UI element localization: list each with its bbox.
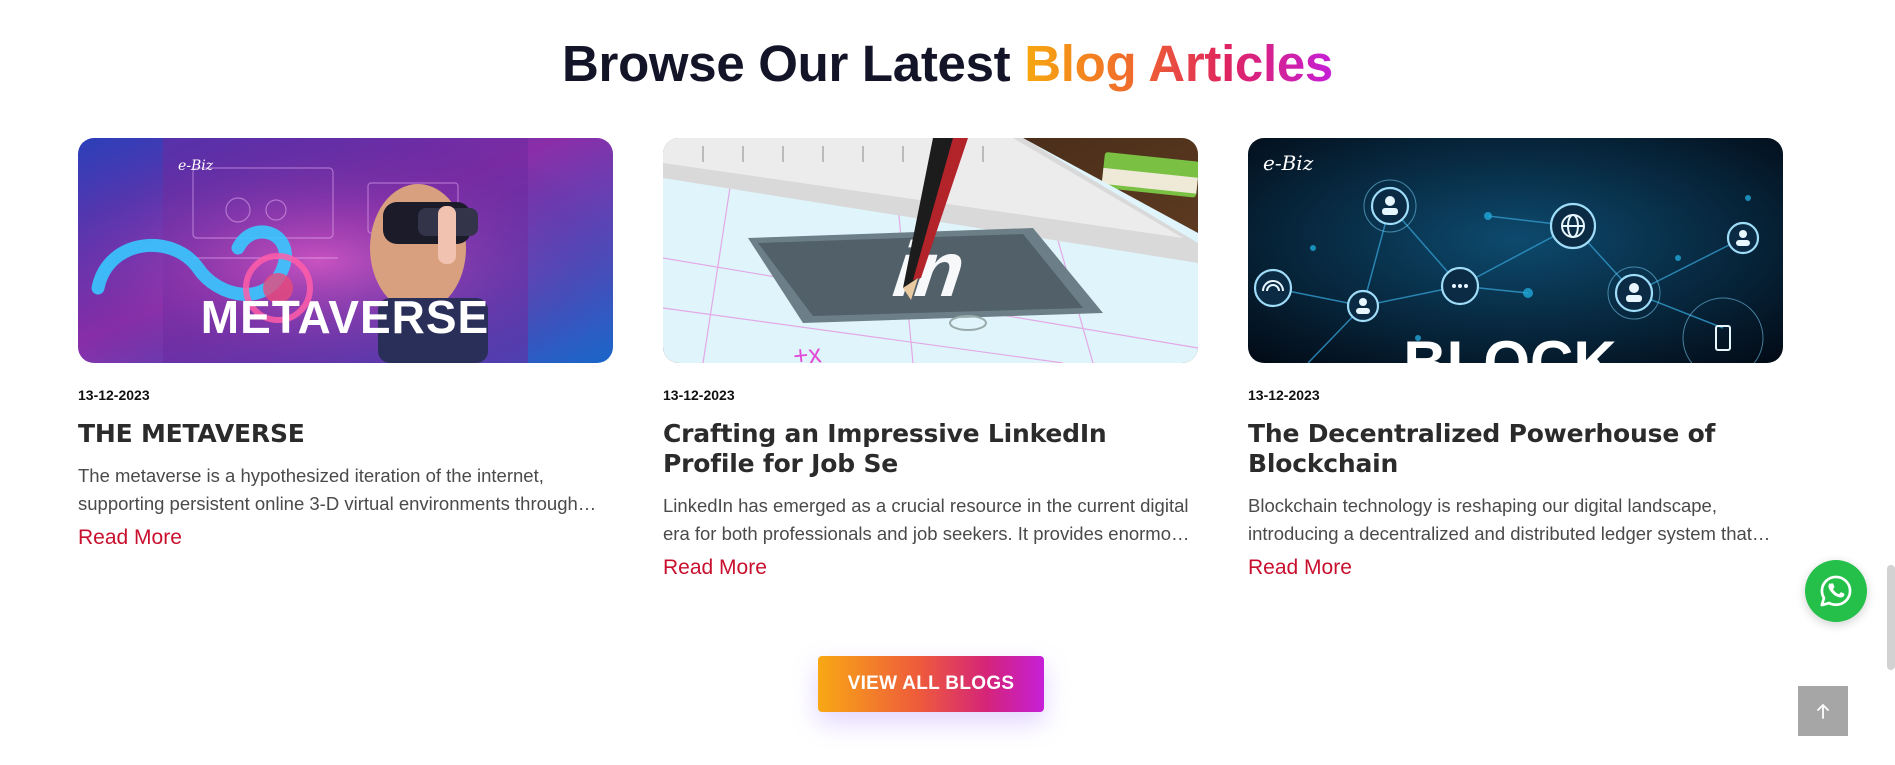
post-title[interactable]: THE METAVERSE <box>78 419 613 449</box>
post-title[interactable]: The Decentralized Powerhouse of Blockcha… <box>1248 419 1783 479</box>
post-excerpt: Blockchain technology is reshaping our d… <box>1248 495 1752 544</box>
post-title[interactable]: Crafting an Impressive LinkedIn Profile … <box>663 419 1198 479</box>
section-title-prefix: Browse Our Latest <box>562 35 1025 92</box>
view-all-blogs-button[interactable]: VIEW ALL BLOGS <box>818 656 1044 712</box>
read-more-link[interactable]: Read More <box>1248 556 1352 580</box>
section-title: Browse Our Latest Blog Articles <box>0 34 1895 93</box>
post-excerpt: LinkedIn has emerged as a crucial resour… <box>663 495 1191 544</box>
scrollbar-thumb[interactable] <box>1887 565 1895 670</box>
read-more-link[interactable]: Read More <box>663 556 767 580</box>
read-more-link[interactable]: Read More <box>78 526 182 550</box>
ebiz-logo: e-Biz <box>178 158 214 174</box>
svg-text:e-Biz: e-Biz <box>178 158 214 174</box>
metaverse-image-text: METAVERSE <box>201 291 489 343</box>
metaverse-image: e-Biz METAVERSE <box>78 138 613 363</box>
whatsapp-icon <box>1820 575 1852 607</box>
blog-card-list: e-Biz METAVERSE 13-12-2023 THE METAVERSE… <box>78 138 1784 598</box>
post-date: 13-12-2023 <box>1248 387 1320 403</box>
post-date: 13-12-2023 <box>663 387 735 403</box>
ebiz-logo: e-Biz <box>1263 151 1314 175</box>
blog-thumbnail-metaverse[interactable]: e-Biz METAVERSE <box>78 138 613 363</box>
blog-card: in +x 13-12-2023 Crafting an Impressive … <box>663 138 1198 580</box>
back-to-top-button[interactable] <box>1798 686 1848 736</box>
section-title-highlight: Blog Articles <box>1024 35 1333 92</box>
svg-text:+x: +x <box>792 338 823 363</box>
arrow-up-icon <box>1817 704 1829 719</box>
blog-card: e-Biz METAVERSE 13-12-2023 THE METAVERSE… <box>78 138 613 550</box>
post-excerpt: The metaverse is a hypothesized iteratio… <box>78 465 578 514</box>
blockchain-image: e-Biz BLOCK <box>1248 138 1783 363</box>
blog-thumbnail-linkedin[interactable]: in +x <box>663 138 1198 363</box>
whatsapp-button[interactable] <box>1805 560 1867 622</box>
blog-thumbnail-blockchain[interactable]: e-Biz BLOCK <box>1248 138 1783 363</box>
linkedin-image: in +x <box>663 138 1198 363</box>
blockchain-image-text: BLOCK <box>1403 329 1616 363</box>
post-date: 13-12-2023 <box>78 387 150 403</box>
blog-card: e-Biz BLOCK 13-12-2023 The Decentralized… <box>1248 138 1783 580</box>
